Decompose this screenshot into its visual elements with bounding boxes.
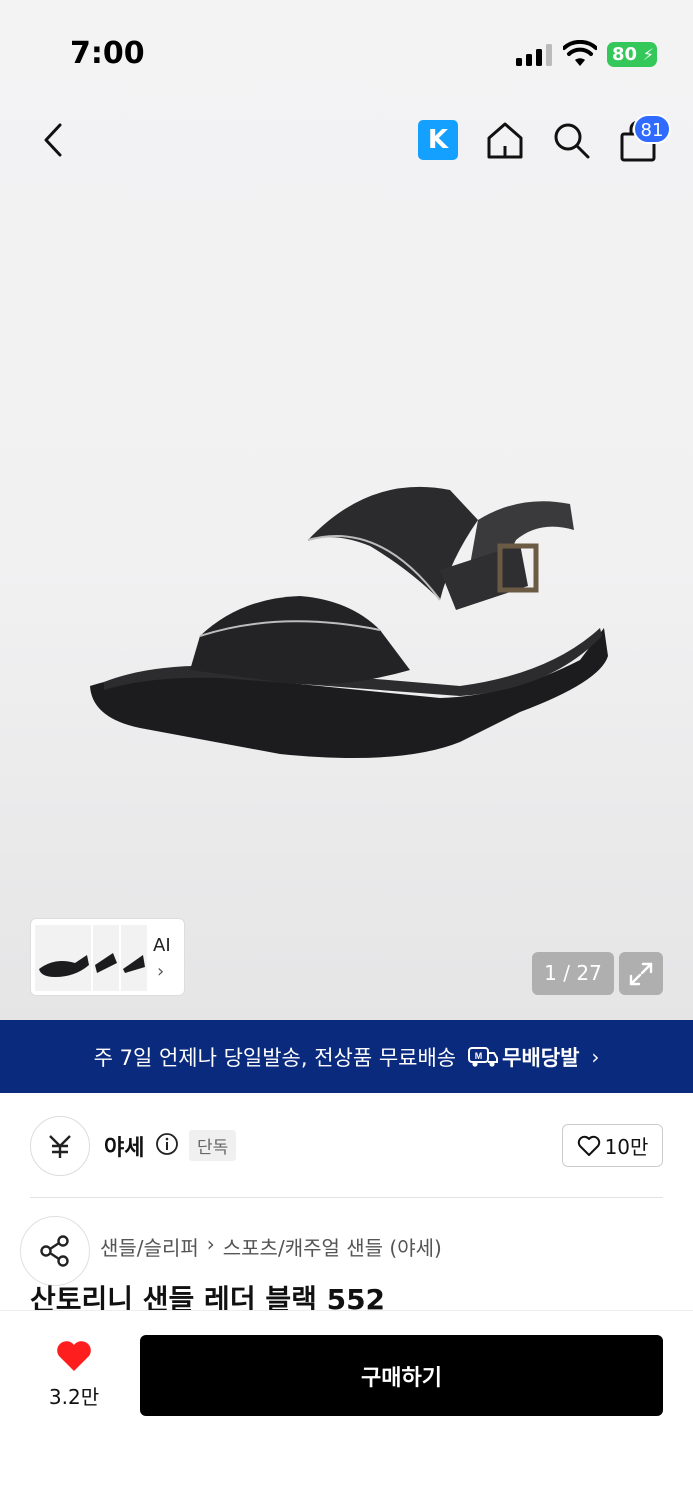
free-shipping-banner[interactable]: 주 7일 언제나 당일발송, 전상품 무료배송 M 무배당발 ›	[0, 1020, 693, 1093]
banner-brand-label: 무배당발	[502, 1045, 580, 1070]
divider	[30, 1197, 663, 1198]
wishlist-button[interactable]: 3.2만	[30, 1339, 118, 1410]
banner-text: 주 7일 언제나 당일발송, 전상품 무료배송	[93, 1045, 457, 1070]
truck-icon: M	[468, 1046, 499, 1067]
store-like-button[interactable]: 10만	[562, 1124, 663, 1167]
store-name[interactable]: 야세	[104, 1130, 144, 1162]
share-icon[interactable]	[20, 1216, 90, 1286]
heart-outline-icon	[577, 1135, 600, 1156]
breadcrumb-separator-icon: ›	[206, 1232, 215, 1256]
kakao-k-logo[interactable]: K	[418, 120, 458, 160]
home-icon[interactable]	[484, 118, 526, 162]
heart-icon	[57, 1341, 91, 1371]
buy-button[interactable]: 구매하기	[140, 1335, 663, 1416]
cart-count-badge: 81	[633, 114, 671, 144]
image-page-counter: 1 / 27	[532, 952, 614, 995]
store-logo[interactable]	[30, 1116, 90, 1176]
charging-icon: ⚡	[642, 45, 654, 64]
bottom-action-bar: 3.2만 구매하기	[0, 1310, 693, 1500]
store-like-count: 10만	[604, 1135, 649, 1159]
banner-brand: M 무배당발	[468, 1042, 579, 1072]
signal-icon	[516, 44, 552, 66]
product-image-sandal	[90, 486, 608, 758]
chevron-right-icon: ›	[157, 961, 165, 982]
breadcrumb-item[interactable]: 샌들/슬리퍼	[100, 1232, 199, 1261]
search-icon[interactable]	[550, 118, 592, 162]
exclusive-badge: 단독	[189, 1130, 237, 1161]
chevron-right-icon: ›	[591, 1044, 600, 1069]
status-bar: 7:00 80 ⚡	[0, 0, 693, 100]
breadcrumb-item[interactable]: 스포츠/캐주얼 샌들 (야세)	[223, 1232, 442, 1261]
svg-text:M: M	[475, 1051, 483, 1061]
top-navigation: K	[0, 110, 693, 170]
ai-label: AI	[153, 935, 171, 956]
expand-icon[interactable]	[619, 952, 663, 995]
battery-indicator: 80 ⚡	[607, 42, 657, 67]
back-icon[interactable]	[36, 120, 70, 160]
battery-level: 80	[612, 44, 638, 65]
wifi-icon	[563, 40, 597, 66]
wishlist-count: 3.2만	[48, 1385, 100, 1409]
info-icon[interactable]	[155, 1132, 179, 1156]
status-time: 7:00	[70, 36, 145, 71]
store-row: 야세 단독 10만	[0, 1110, 693, 1182]
thumbnail-strip[interactable]: AI ›	[30, 918, 185, 996]
breadcrumb: 샌들/슬리퍼 › 스포츠/캐주얼 샌들 (야세)	[100, 1232, 442, 1261]
thumbnail-images	[35, 925, 147, 991]
